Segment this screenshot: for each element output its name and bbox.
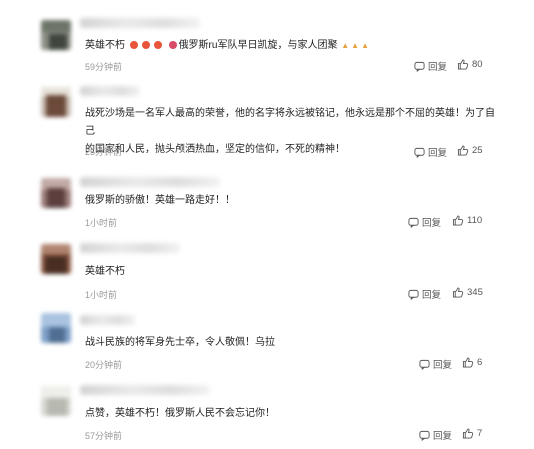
thumbs-up-icon <box>452 215 464 226</box>
comment-time: 59分钟前 <box>85 62 123 72</box>
thumbs-up-icon <box>457 145 469 156</box>
avatar[interactable] <box>41 244 71 274</box>
like-button[interactable]: 80 <box>457 59 483 70</box>
avatar[interactable] <box>41 386 71 416</box>
username[interactable] <box>80 18 200 28</box>
thumbs-up-icon <box>452 287 464 298</box>
comment-text: 战斗民族的将军身先士卒，令人敬佩！乌拉 <box>85 337 275 348</box>
reply-button[interactable]: 回复 <box>408 215 441 229</box>
comment-bubble-icon <box>419 359 430 370</box>
pray-emoji-icon: ▲ <box>341 41 350 50</box>
comment-text: 英雄不朽 <box>85 266 125 277</box>
comment-time: 20分钟前 <box>85 360 123 370</box>
comment-bubble-icon <box>414 61 425 72</box>
pray-emoji-icon: ▲ <box>361 41 370 50</box>
like-button[interactable]: 7 <box>462 428 482 439</box>
comment-bubble-icon <box>419 430 430 441</box>
reply-button[interactable]: 回复 <box>414 59 447 73</box>
comment-text: 点赞，英雄不朽！俄罗斯人民不会忘记你！ <box>85 408 275 419</box>
thumbs-up-icon <box>462 428 474 439</box>
reply-button[interactable]: 回复 <box>419 428 452 442</box>
comment-time: 57分钟前 <box>85 431 123 441</box>
red-emoji-icon <box>141 41 150 49</box>
username[interactable] <box>80 177 220 187</box>
reply-button[interactable]: 回复 <box>419 357 452 371</box>
pray-emoji-icon: ▲ <box>351 41 360 50</box>
comment-bubble-icon <box>408 289 419 300</box>
like-button[interactable]: 25 <box>457 145 483 156</box>
username[interactable] <box>80 86 140 96</box>
flag-emoji-icon <box>168 41 177 49</box>
comment-time: 1小时前 <box>85 218 118 228</box>
avatar[interactable] <box>41 20 71 50</box>
comment-text: 俄罗斯的骄傲！英雄一路走好！！ <box>85 195 235 206</box>
like-button[interactable]: 110 <box>452 215 482 226</box>
thumbs-up-icon <box>462 357 474 368</box>
username[interactable] <box>80 385 210 395</box>
comment-bubble-icon <box>408 217 419 228</box>
reply-button[interactable]: 回复 <box>408 287 441 301</box>
avatar[interactable] <box>41 313 71 343</box>
comment-time: 1小时前 <box>85 290 118 300</box>
username[interactable] <box>80 243 180 253</box>
username[interactable] <box>80 315 135 325</box>
red-emoji-icon <box>129 41 138 49</box>
thumbs-up-icon <box>457 59 469 70</box>
like-button[interactable]: 345 <box>452 287 483 298</box>
reply-button[interactable]: 回复 <box>414 145 447 159</box>
avatar[interactable] <box>41 178 71 208</box>
comment-text: 英雄不朽 俄罗斯ru军队早日凯旋，与家人团聚 ▲ ▲ ▲ <box>85 37 500 55</box>
red-emoji-icon <box>153 41 162 49</box>
like-button[interactable]: 6 <box>462 357 482 368</box>
comment-bubble-icon <box>414 147 425 158</box>
avatar[interactable] <box>41 87 71 117</box>
comment-time: 25分钟前 <box>85 147 123 157</box>
